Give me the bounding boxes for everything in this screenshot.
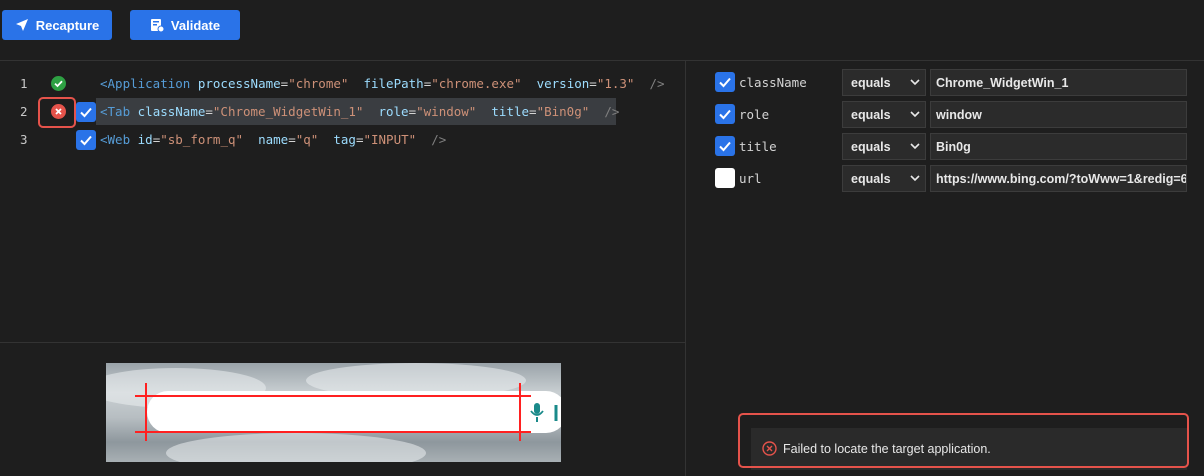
operator-value: equals (851, 140, 891, 154)
attr-name: version (536, 76, 590, 91)
captured-search-box (147, 391, 561, 433)
chevron-down-icon (910, 175, 920, 182)
target-preview-image (106, 363, 561, 462)
property-value: Chrome_WidgetWin_1 (936, 76, 1069, 90)
chevron-down-icon (910, 143, 920, 150)
property-value: https://www.bing.com/?toWww=1&redig=6 (936, 172, 1187, 186)
tag-name: Web (107, 132, 131, 147)
attr-name: tag (333, 132, 356, 147)
property-row: className equals Chrome_WidgetWin_1 (715, 69, 1190, 97)
attr-name: processName (197, 76, 281, 91)
tag-open: < (100, 76, 108, 91)
attr-eq: = (408, 104, 417, 119)
tag-name: Tab (107, 104, 131, 119)
operator-select[interactable]: equals (842, 101, 926, 128)
line-number: 1 (20, 76, 28, 91)
attr-value: "INPUT" (363, 132, 417, 147)
property-value-input[interactable]: Chrome_WidgetWin_1 (930, 69, 1187, 96)
line-number: 3 (20, 132, 28, 147)
attr-value: "Chrome_WidgetWin_1" (212, 104, 364, 119)
attr-name: id (137, 132, 153, 147)
attr-value: "q" (295, 132, 319, 147)
property-value-input[interactable]: Bin0g (930, 133, 1187, 160)
selector-xml: <Web id="sb_form_q" name="q" tag="INPUT"… (100, 132, 446, 147)
panel-divider[interactable] (685, 61, 686, 476)
property-value: window (936, 108, 982, 122)
attr-value: "1.3" (596, 76, 635, 91)
attr-eq: = (288, 132, 296, 147)
tag-close: /> (604, 104, 620, 119)
tag-name: Application (107, 76, 191, 91)
validate-button[interactable]: Validate (130, 10, 240, 40)
property-name: title (739, 139, 777, 154)
error-status-outline (38, 97, 76, 128)
attr-name: title (491, 104, 530, 119)
operator-select[interactable]: equals (842, 69, 926, 96)
selector-line[interactable]: 1 <Application processName = "chrome" file… (0, 70, 685, 98)
check-circle-icon (51, 76, 66, 91)
property-row: url equals https://www.bing.com/?toWww=1… (715, 165, 1190, 193)
validate-label: Validate (170, 17, 221, 33)
property-name: url (739, 171, 762, 186)
attr-value: "window" (416, 104, 477, 119)
target-outline-top (135, 395, 531, 397)
property-checkbox[interactable] (715, 168, 735, 188)
send-arrow-icon (15, 19, 28, 31)
attr-name: name (258, 132, 289, 147)
attr-value: "chrome.exe" (431, 76, 522, 91)
cloud-shape (166, 433, 426, 462)
target-outline-bottom (135, 431, 531, 433)
attr-value: "chrome" (288, 76, 349, 91)
selector-line[interactable]: 3 <Web id="sb_form_q" name="q" tag="INPU… (0, 126, 685, 154)
attr-name: className (137, 104, 206, 119)
x-circle-icon (762, 441, 777, 456)
line-checkbox[interactable] (76, 130, 96, 150)
recapture-button[interactable]: Recapture (2, 10, 112, 40)
attr-name: filePath (363, 76, 424, 91)
property-checkbox[interactable] (715, 72, 735, 92)
toolbar: Recapture Validate (0, 0, 1204, 61)
property-row: role equals window (715, 101, 1190, 129)
operator-value: equals (851, 172, 891, 186)
property-value: Bin0g (936, 140, 971, 154)
operator-select[interactable]: equals (842, 165, 926, 192)
line-checkbox[interactable] (76, 102, 96, 122)
selector-line[interactable]: 2 <Tab className="Chrome_WidgetWin_1" ro… (0, 98, 685, 126)
property-value-input[interactable]: window (930, 101, 1187, 128)
property-row: title equals Bin0g (715, 133, 1190, 161)
property-value-input[interactable]: https://www.bing.com/?toWww=1&redig=6 (930, 165, 1187, 192)
attr-name: role (378, 104, 409, 119)
property-name: role (739, 107, 770, 122)
operator-select[interactable]: equals (842, 133, 926, 160)
tag-open: < (100, 132, 108, 147)
tag-close: /> (431, 132, 447, 147)
recapture-label: Recapture (35, 17, 100, 33)
tag-close: /> (649, 76, 665, 91)
selector-xml: <Application processName = "chrome" filePa… (100, 76, 665, 91)
attr-value: "Bin0g" (536, 104, 590, 119)
editor-preview-divider[interactable] (0, 342, 685, 343)
property-checkbox[interactable] (715, 136, 735, 156)
error-message-outline (738, 413, 1189, 468)
property-checkbox[interactable] (715, 104, 735, 124)
chevron-down-icon (910, 79, 920, 86)
attr-eq: = (589, 76, 597, 91)
property-name: className (739, 75, 807, 90)
selector-xml: <Tab className="Chrome_WidgetWin_1" role… (100, 104, 619, 119)
tag-open: < (100, 104, 108, 119)
attr-value: "sb_form_q" (160, 132, 244, 147)
error-message: Failed to locate the target application. (783, 442, 991, 456)
validate-icon (150, 19, 164, 32)
operator-value: equals (851, 76, 891, 90)
line-number: 2 (20, 104, 28, 119)
microphone-icon (530, 403, 558, 422)
attr-eq: = (529, 104, 537, 119)
attr-eq: = (205, 104, 213, 119)
operator-value: equals (851, 108, 891, 122)
chevron-down-icon (910, 111, 920, 118)
